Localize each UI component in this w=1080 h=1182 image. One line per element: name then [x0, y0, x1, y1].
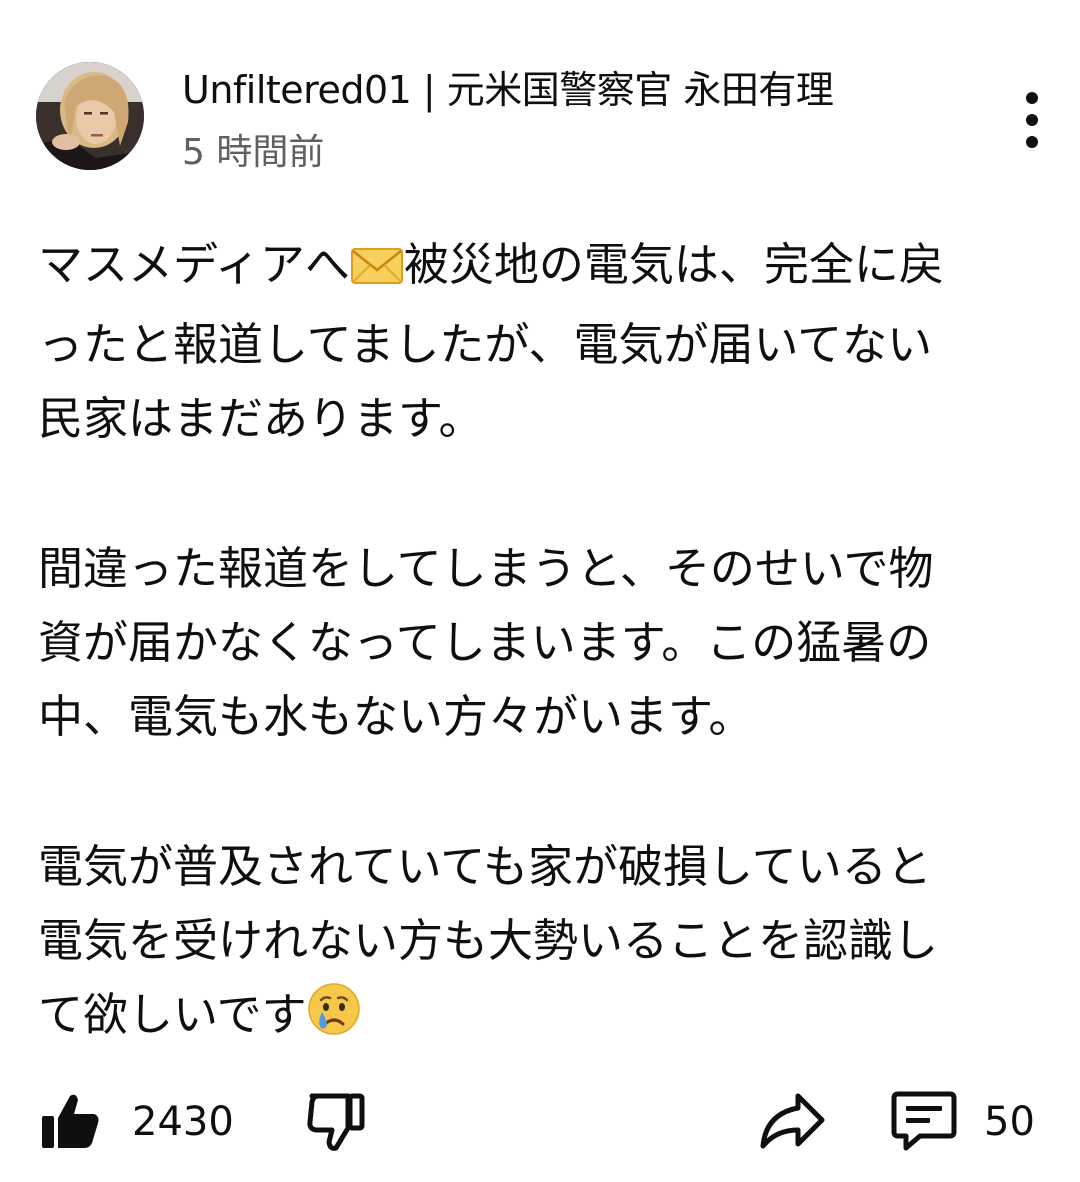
comment-line: ったと報道してましたが、電気が届いてない: [38, 318, 933, 371]
comment-paragraph: 電気が普及されていても家が破損していると 電気を受けれない方も大勢いることを認識…: [38, 830, 1038, 1058]
like-count: 2430: [132, 1099, 234, 1145]
comment-icon[interactable]: [890, 1090, 958, 1156]
comment-line: 資が届かなくなってしまいます。この猛暑の: [38, 616, 932, 669]
comment-line: 間違った報道をしてしまうと、そのせいで物: [38, 542, 934, 595]
comment-author[interactable]: Unfiltered01 | 元米国警察官 永田有理: [182, 66, 834, 114]
comment-action-bar: 2430 50: [0, 1080, 1080, 1170]
comment-paragraph: マスメディアへ 被災地の電気は、完全に戻 ったと報道してましたが、電気が届いてない…: [38, 228, 1038, 456]
comment-body: マスメディアへ 被災地の電気は、完全に戻 ったと報道してましたが、電気が届いてない…: [38, 228, 1038, 1058]
comment-line: 中、電気も水もない方々がいます。: [38, 690, 754, 743]
comment-line: て欲しいです: [38, 978, 1038, 1058]
comment-text: マスメディアへ: [38, 238, 350, 291]
avatar[interactable]: [36, 62, 144, 170]
comment-line: 電気が普及されていても家が破損していると: [38, 840, 932, 893]
envelope-icon: [350, 234, 404, 308]
crying-face-icon: [307, 982, 361, 1058]
comment-line: 電気を受けれない方も大勢いることを認識し: [38, 914, 939, 967]
comment-text: 被災地の電気は、完全に戻: [403, 238, 944, 291]
comment-line: 民家はまだあります。: [38, 392, 484, 445]
like-icon[interactable]: [40, 1090, 102, 1154]
comment-timestamp[interactable]: 5 時間前: [182, 130, 324, 176]
comment-header: Unfiltered01 | 元米国警察官 永田有理 5 時間前: [36, 62, 1046, 182]
reply-count[interactable]: 50: [984, 1097, 1035, 1147]
dislike-icon[interactable]: [304, 1090, 368, 1156]
comment-line: マスメディアへ 被災地の電気は、完全に戻: [38, 228, 1038, 308]
comment-text: て欲しいです: [38, 988, 307, 1041]
share-icon[interactable]: [758, 1092, 826, 1154]
comment-paragraph: 間違った報道をしてしまうと、そのせいで物 資が届かなくなってしまいます。この猛暑…: [38, 532, 1038, 754]
more-vert-icon[interactable]: [1018, 92, 1048, 148]
